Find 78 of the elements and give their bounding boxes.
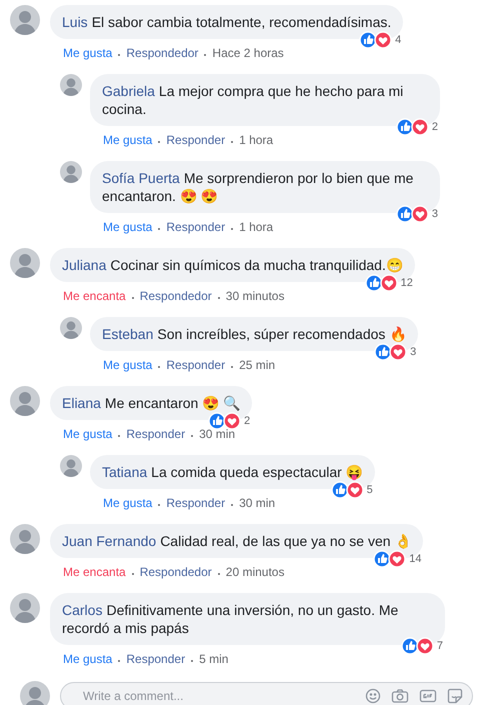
comment-time: 30 minutos <box>226 288 284 304</box>
avatar <box>60 317 82 339</box>
reaction-count: 4 <box>395 34 402 46</box>
reaction-link[interactable]: Me gusta <box>103 495 152 511</box>
comment-text: Tatiana La comida queda espectacular 😝 <box>102 463 363 481</box>
reply-link[interactable]: Responder <box>166 357 226 373</box>
reaction-link[interactable]: Me gusta <box>63 45 112 61</box>
reactions-icon[interactable] <box>400 637 435 655</box>
comment-text: Esteban Son increíbles, súper recomendados 🔥 <box>102 325 406 343</box>
avatar <box>60 74 82 96</box>
reaction-count: 3 <box>432 208 438 220</box>
avatar <box>60 455 82 477</box>
comment-time: 1 hora <box>239 132 274 148</box>
reply-link[interactable]: Respondedor <box>126 45 198 61</box>
comment-text: Juliana Cocinar sin químicos da mucha tranquilidad.😁 <box>62 256 403 274</box>
avatar <box>10 386 40 416</box>
avatar <box>10 524 40 554</box>
reactions-icon[interactable] <box>396 205 430 223</box>
comment-author[interactable]: Gabriela <box>102 83 155 99</box>
reaction-count: 12 <box>400 277 413 289</box>
comment-author[interactable]: Sofía Puerta <box>102 170 180 186</box>
comment-time: 30 min <box>239 495 276 511</box>
comment-time: 25 min <box>239 357 276 373</box>
reaction-count: 2 <box>432 121 438 133</box>
reaction-link[interactable]: Me gusta <box>103 132 152 148</box>
avatar <box>10 248 40 278</box>
reactions-icon[interactable] <box>396 118 430 136</box>
comment-text: Carlos Definitivamente una inversión, no un gasto. Me recordó a mis papás <box>62 601 400 637</box>
reactions-icon[interactable] <box>359 31 394 49</box>
reactions-icon[interactable] <box>374 343 408 361</box>
reaction-count: 14 <box>409 553 422 565</box>
emoji-icon[interactable] <box>365 688 381 704</box>
comment-text: Gabriela La mejor compra que he hecho para mi cocina. <box>102 82 404 118</box>
comment-text: Luis El sabor cambia totalmente, recomendadísimas. <box>62 13 392 31</box>
reply-link[interactable]: Respondedor <box>140 288 212 304</box>
reaction-link[interactable]: Me gusta <box>63 426 112 442</box>
gif-icon[interactable] <box>419 688 437 704</box>
reply-link[interactable]: Responder <box>166 132 226 148</box>
reply-link[interactable]: Responder <box>126 651 186 667</box>
comment-text: Juan Fernando Calidad real, de las que ya no se ven 👌 <box>62 532 412 550</box>
user-avatar <box>20 681 50 705</box>
reply-link[interactable]: Responder <box>166 219 226 235</box>
reactions-icon[interactable] <box>373 550 408 568</box>
reaction-link[interactable]: Me gusta <box>103 219 152 235</box>
comment-author[interactable]: Eliana <box>62 395 101 411</box>
reaction-link[interactable]: Me gusta <box>63 651 112 667</box>
reactions-icon[interactable] <box>364 274 399 292</box>
comment-text: Eliana Me encantaron 😍 🔍 <box>62 394 240 412</box>
reaction-count: 3 <box>410 346 416 358</box>
comment-author[interactable]: Juan Fernando <box>62 533 156 549</box>
avatar <box>10 593 40 623</box>
comment-author[interactable]: Tatiana <box>102 464 148 480</box>
comment-author[interactable]: Carlos <box>62 602 102 618</box>
reaction-link[interactable]: Me encanta <box>63 564 126 580</box>
reaction-count: 5 <box>366 484 373 496</box>
reactions-icon[interactable] <box>330 481 365 499</box>
reaction-link[interactable]: Me gusta <box>103 357 152 373</box>
comment-time: 30 min <box>199 426 236 442</box>
comment-time: 20 minutos <box>226 564 284 580</box>
comment-text: Sofía Puerta Me sorprendieron por lo bien que me encantaron. 😍 😍 <box>102 169 414 205</box>
reaction-link[interactable]: Me encanta <box>63 288 126 304</box>
reply-link[interactable]: Responder <box>126 426 186 442</box>
comment-author[interactable]: Esteban <box>102 326 154 342</box>
reply-link[interactable]: Responder <box>166 495 226 511</box>
camera-icon[interactable] <box>391 688 409 704</box>
reaction-count: 7 <box>436 640 443 652</box>
avatar <box>10 5 40 35</box>
avatar <box>60 161 82 183</box>
comment-author[interactable]: Luis <box>62 14 88 30</box>
reaction-count: 2 <box>244 415 250 427</box>
comment-field[interactable]: Write a comment... <box>60 682 473 705</box>
reactions-icon[interactable] <box>208 412 242 430</box>
reply-link[interactable]: Respondedor <box>140 564 212 580</box>
sticker-icon[interactable] <box>447 688 463 704</box>
comment-time: 5 min <box>199 651 228 667</box>
comment-time: 1 hora <box>239 219 274 235</box>
comment-time: Hace 2 horas <box>212 45 284 61</box>
comment-author[interactable]: Juliana <box>62 257 106 273</box>
